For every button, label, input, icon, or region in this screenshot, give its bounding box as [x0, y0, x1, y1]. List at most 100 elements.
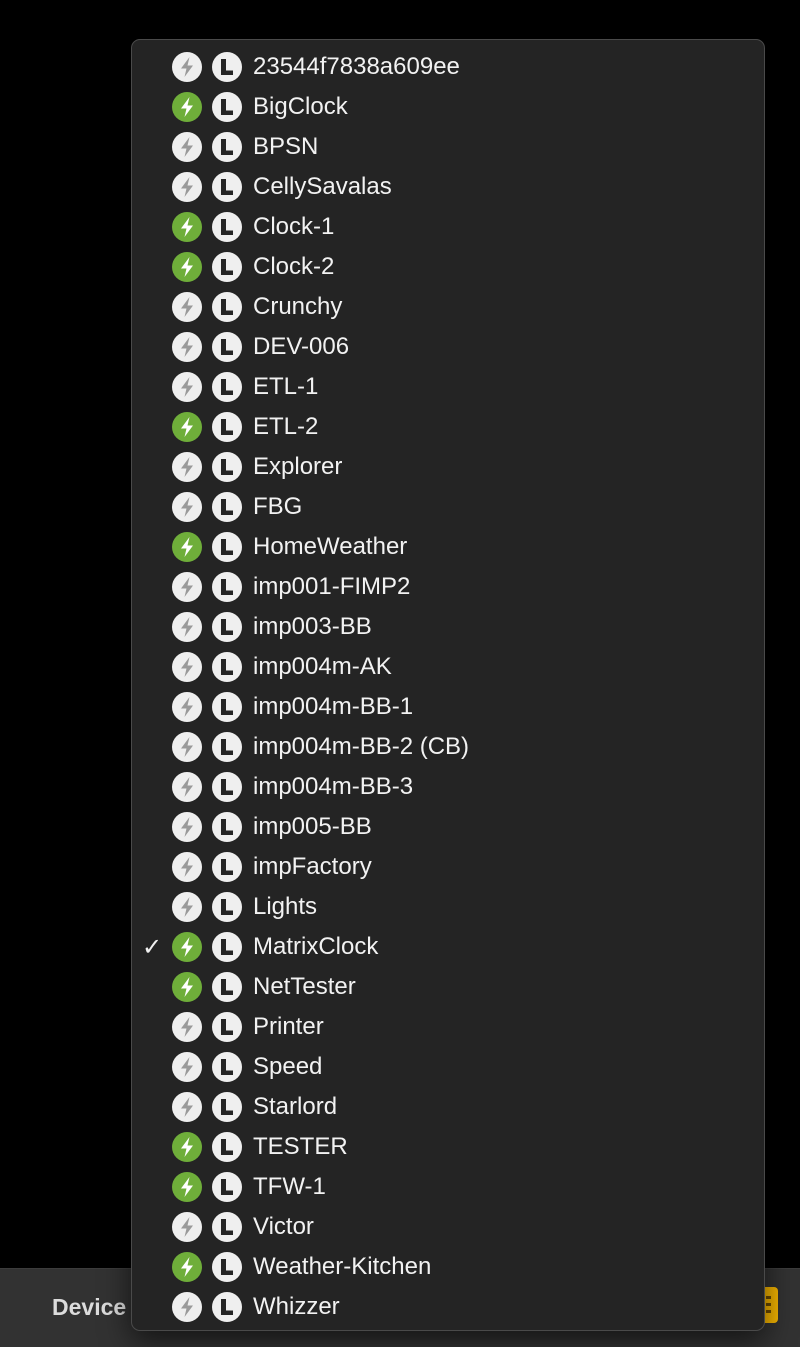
lightning-bolt-icon — [172, 852, 202, 882]
lightning-bolt-icon — [172, 532, 202, 562]
device-name-label: Victor — [253, 1213, 314, 1240]
device-menu-item-imp001-fimp2[interactable]: imp001-FIMP2 — [132, 567, 764, 607]
device-name-label: imp004m-BB-3 — [253, 773, 414, 800]
device-name-label: Weather-Kitchen — [253, 1253, 432, 1280]
device-menu-item-homeweather[interactable]: HomeWeather — [132, 527, 764, 567]
device-menu-item-imp004m-bb-3[interactable]: imp004m-BB-3 — [132, 767, 764, 807]
device-menu-item-etl-2[interactable]: ETL-2 — [132, 407, 764, 447]
letter-l-icon — [212, 732, 242, 762]
device-menu-item-imp004m-ak[interactable]: imp004m-AK — [132, 647, 764, 687]
device-name-label: HomeWeather — [253, 533, 408, 560]
letter-l-icon — [212, 52, 242, 82]
device-menu-item-lights[interactable]: Lights — [132, 887, 764, 927]
device-name-label: Crunchy — [253, 293, 343, 320]
device-name-label: BPSN — [253, 133, 319, 160]
letter-l-icon — [212, 132, 242, 162]
device-menu-item-nettester[interactable]: NetTester — [132, 967, 764, 1007]
device-menu-item-bigclock[interactable]: BigClock — [132, 87, 764, 127]
device-name-label: imp004m-BB-2 (CB) — [253, 733, 470, 760]
letter-l-icon — [212, 1132, 242, 1162]
lightning-bolt-icon — [172, 1172, 202, 1202]
lightning-bolt-icon — [172, 132, 202, 162]
device-menu-item-etl-1[interactable]: ETL-1 — [132, 367, 764, 407]
letter-l-icon — [212, 92, 242, 122]
device-name-label: ETL-2 — [253, 413, 319, 440]
device-list: 23544f7838a609ee BigClock BPSN CellySava… — [132, 47, 764, 1327]
letter-l-icon — [212, 972, 242, 1002]
device-name-label: Whizzer — [253, 1293, 340, 1320]
device-menu-item-imp004m-bb-2-cb[interactable]: imp004m-BB-2 (CB) — [132, 727, 764, 767]
lightning-bolt-icon — [172, 52, 202, 82]
device-name-label: TFW-1 — [253, 1173, 326, 1200]
device-name-label: DEV-006 — [253, 333, 350, 360]
device-menu-item-starlord[interactable]: Starlord — [132, 1087, 764, 1127]
device-menu-item-victor[interactable]: Victor — [132, 1207, 764, 1247]
lightning-bolt-icon — [172, 652, 202, 682]
lightning-bolt-icon — [172, 1132, 202, 1162]
lightning-bolt-icon — [172, 1292, 202, 1322]
device-menu-item-crunchy[interactable]: Crunchy — [132, 287, 764, 327]
device-name-label: imp004m-BB-1 — [253, 693, 414, 720]
lightning-bolt-icon — [172, 892, 202, 922]
letter-l-icon — [212, 372, 242, 402]
device-menu-item-imp004m-bb-1[interactable]: imp004m-BB-1 — [132, 687, 764, 727]
lightning-bolt-icon — [172, 1252, 202, 1282]
device-name-label: 23544f7838a609ee — [253, 53, 460, 80]
device-menu-item-speed[interactable]: Speed — [132, 1047, 764, 1087]
more-dots-icon — [766, 1296, 771, 1314]
lightning-bolt-icon — [172, 92, 202, 122]
lightning-bolt-icon — [172, 252, 202, 282]
device-menu-item-impfactory[interactable]: impFactory — [132, 847, 764, 887]
letter-l-icon — [212, 1292, 242, 1322]
device-menu-item-dev-006[interactable]: DEV-006 — [132, 327, 764, 367]
letter-l-icon — [212, 1092, 242, 1122]
letter-l-icon — [212, 172, 242, 202]
device-name-label: CellySavalas — [253, 173, 392, 200]
device-menu-item-cellysavalas[interactable]: CellySavalas — [132, 167, 764, 207]
letter-l-icon — [212, 572, 242, 602]
letter-l-icon — [212, 652, 242, 682]
device-menu-item-explorer[interactable]: Explorer — [132, 447, 764, 487]
lightning-bolt-icon — [172, 1052, 202, 1082]
device-menu-item-imp005-bb[interactable]: imp005-BB — [132, 807, 764, 847]
letter-l-icon — [212, 612, 242, 642]
letter-l-icon — [212, 1172, 242, 1202]
lightning-bolt-icon — [172, 492, 202, 522]
letter-l-icon — [212, 412, 242, 442]
lightning-bolt-icon — [172, 412, 202, 442]
letter-l-icon — [212, 1012, 242, 1042]
letter-l-icon — [212, 532, 242, 562]
device-name-label: imp001-FIMP2 — [253, 573, 411, 600]
letter-l-icon — [212, 332, 242, 362]
device-menu-item-clock-1[interactable]: Clock-1 — [132, 207, 764, 247]
lightning-bolt-icon — [172, 292, 202, 322]
device-name-label: Clock-2 — [253, 253, 335, 280]
device-menu-item-23544f7838a609ee[interactable]: 23544f7838a609ee — [132, 47, 764, 87]
lightning-bolt-icon — [172, 172, 202, 202]
device-menu-item-tester[interactable]: TESTER — [132, 1127, 764, 1167]
device-menu-item-matrixclock[interactable]: ✓ MatrixClock — [132, 927, 764, 967]
lightning-bolt-icon — [172, 452, 202, 482]
device-menu-item-weather-kitchen[interactable]: Weather-Kitchen — [132, 1247, 764, 1287]
letter-l-icon — [212, 772, 242, 802]
device-name-label: imp004m-AK — [253, 653, 392, 680]
device-menu-item-fbg[interactable]: FBG — [132, 487, 764, 527]
lightning-bolt-icon — [172, 212, 202, 242]
device-name-label: imp003-BB — [253, 613, 372, 640]
device-menu-item-tfw-1[interactable]: TFW-1 — [132, 1167, 764, 1207]
letter-l-icon — [212, 892, 242, 922]
lightning-bolt-icon — [172, 372, 202, 402]
device-menu-item-bpsn[interactable]: BPSN — [132, 127, 764, 167]
device-menu-item-printer[interactable]: Printer — [132, 1007, 764, 1047]
device-menu-item-clock-2[interactable]: Clock-2 — [132, 247, 764, 287]
device-name-label: MatrixClock — [253, 933, 379, 960]
letter-l-icon — [212, 1052, 242, 1082]
device-name-label: Lights — [253, 893, 318, 920]
device-name-label: FBG — [253, 493, 303, 520]
device-menu-item-imp003-bb[interactable]: imp003-BB — [132, 607, 764, 647]
letter-l-icon — [212, 252, 242, 282]
device-name-label: Clock-1 — [253, 213, 335, 240]
device-name-label: NetTester — [253, 973, 356, 1000]
device-menu-item-whizzer[interactable]: Whizzer — [132, 1287, 764, 1327]
letter-l-icon — [212, 1252, 242, 1282]
